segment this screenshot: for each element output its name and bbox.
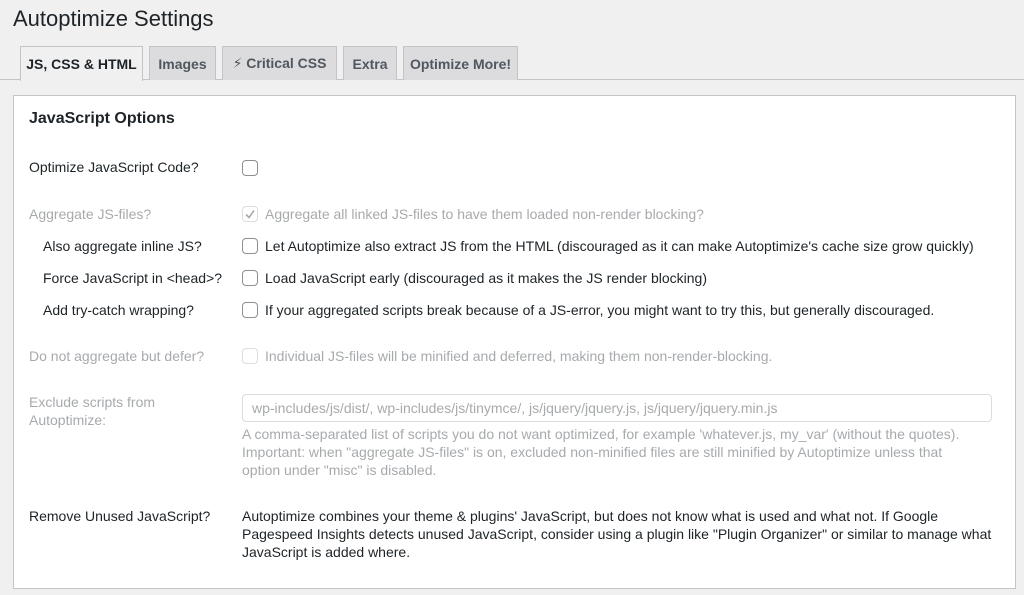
section-title: JavaScript Options (29, 110, 175, 127)
try-catch-description: If your aggregated scripts break because… (265, 302, 935, 318)
defer-description: Individual JS-files will be minified and… (265, 348, 773, 364)
tab-js-css-html[interactable]: JS, CSS & HTML (20, 46, 143, 81)
tab-optimize-more[interactable]: Optimize More! (403, 46, 518, 80)
tab-critical-css[interactable]: ⚡ Critical CSS (222, 46, 337, 80)
force-head-label: Force JavaScript in <head>? (43, 270, 222, 286)
exclude-scripts-input[interactable]: wp-includes/js/dist/, wp-includes/js/tin… (242, 394, 992, 422)
tab-images[interactable]: Images (149, 46, 216, 80)
inline-js-description: Let Autoptimize also extract JS from the… (265, 238, 974, 254)
aggregate-js-description: Aggregate all linked JS-files to have th… (265, 206, 704, 222)
try-catch-label: Add try-catch wrapping? (43, 302, 194, 318)
force-head-checkbox[interactable] (242, 270, 258, 286)
remove-unused-label: Remove Unused JavaScript? (29, 508, 211, 524)
aggregate-js-label: Aggregate JS-files? (29, 206, 152, 222)
force-head-description: Load JavaScript early (discouraged as it… (265, 270, 707, 286)
tab-extra[interactable]: Extra (343, 46, 397, 80)
optimize-js-label: Optimize JavaScript Code? (29, 159, 199, 175)
inline-js-checkbox[interactable] (242, 238, 258, 254)
exclude-label: Exclude scripts from Autoptimize: (29, 394, 156, 428)
defer-label: Do not aggregate but defer? (29, 348, 205, 364)
defer-checkbox[interactable] (242, 348, 258, 364)
try-catch-checkbox[interactable] (242, 302, 258, 318)
exclude-help-text: A comma-separated list of scripts you do… (242, 426, 960, 478)
inline-js-label: Also aggregate inline JS? (43, 238, 202, 254)
settings-panel: JavaScript Options Optimize JavaScript C… (13, 95, 1016, 589)
remove-unused-description: Autoptimize combines your theme & plugin… (242, 508, 992, 560)
settings-tabs: JS, CSS & HTML Images ⚡ Critical CSS Ext… (0, 46, 1024, 81)
page-title: Autoptimize Settings (13, 6, 214, 31)
optimize-js-checkbox[interactable] (242, 160, 258, 176)
checkmark-icon (245, 210, 255, 219)
aggregate-js-checkbox[interactable] (242, 206, 258, 222)
